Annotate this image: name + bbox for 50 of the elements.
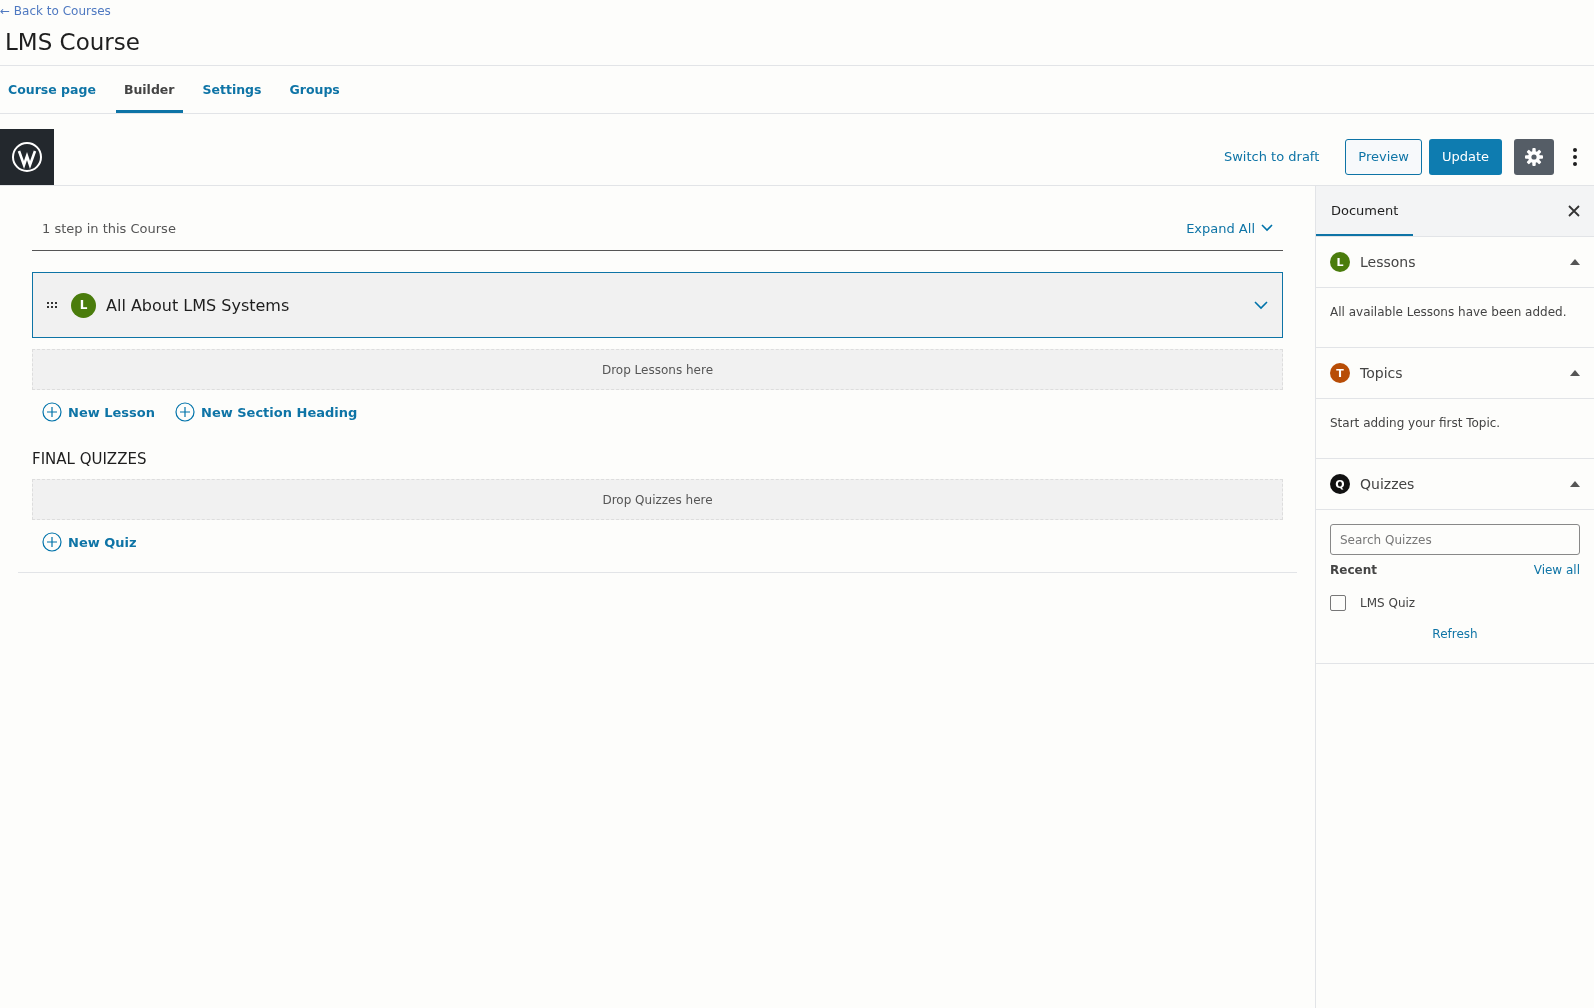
- lesson-card[interactable]: L All About LMS Systems: [32, 272, 1283, 338]
- section-heading: FINAL QUIZZES: [32, 450, 148, 468]
- gear-icon[interactable]: [1524, 146, 1544, 167]
- tab[interactable]: Groups: [281, 69, 348, 113]
- panel-badge: Q: [1330, 474, 1350, 494]
- add-link[interactable]: New Lesson: [42, 402, 155, 422]
- caret-icon[interactable]: [1570, 370, 1580, 376]
- back-link[interactable]: ← Back to Courses: [0, 4, 111, 18]
- plus-circle-icon[interactable]: [175, 402, 195, 422]
- view-all-link[interactable]: View all: [1533, 563, 1580, 577]
- search-field[interactable]: Search Quizzes: [1330, 524, 1580, 555]
- checkbox[interactable]: [1330, 595, 1346, 611]
- panel-title: Topics: [1360, 365, 1404, 381]
- panel-badge: L: [1330, 252, 1350, 272]
- step-count: 1 step in this Course: [42, 220, 177, 236]
- plus-circle-icon[interactable]: [42, 532, 62, 552]
- panel-message: All available Lessons have been added.: [1330, 305, 1567, 319]
- add-link[interactable]: New Section Heading: [175, 402, 358, 422]
- caret-icon[interactable]: [1570, 481, 1580, 487]
- expand-all-link[interactable]: Expand All: [1186, 220, 1273, 236]
- switch-to-draft-link[interactable]: Switch to draft: [1224, 149, 1320, 164]
- panel-header[interactable]: T Topics: [1316, 348, 1594, 399]
- panel-title: Quizzes: [1360, 476, 1416, 492]
- chevron-down-icon[interactable]: [1254, 300, 1268, 310]
- panel-message: Start adding your first Topic.: [1330, 416, 1501, 430]
- add-link[interactable]: New Quiz: [42, 532, 137, 552]
- update-button[interactable]: Update: [1428, 138, 1502, 175]
- panel-header[interactable]: L Lessons: [1316, 237, 1594, 288]
- panel-header[interactable]: Q Quizzes: [1316, 459, 1594, 510]
- close-icon[interactable]: [1568, 205, 1580, 217]
- drag-handle-icon[interactable]: [47, 302, 57, 308]
- lesson-badge: L: [71, 292, 96, 318]
- recent-label: Recent: [1330, 563, 1377, 577]
- wordpress-logo-icon[interactable]: [0, 128, 54, 185]
- settings-button[interactable]: [1514, 138, 1554, 175]
- preview-button[interactable]: Preview: [1345, 138, 1422, 175]
- tab[interactable]: Settings: [194, 69, 270, 113]
- tab[interactable]: Course page: [0, 69, 104, 113]
- tab[interactable]: Builder: [115, 69, 183, 113]
- chevron-down-icon[interactable]: [1261, 224, 1273, 232]
- panel-badge: T: [1330, 363, 1350, 383]
- lesson-title: All About LMS Systems: [106, 295, 291, 315]
- caret-icon[interactable]: [1570, 259, 1580, 265]
- plus-circle-icon[interactable]: [42, 402, 62, 422]
- page-title: LMS Course: [5, 29, 141, 55]
- drop-zone-text: Drop Lessons here: [601, 362, 714, 377]
- quiz-label: LMS Quiz: [1360, 596, 1416, 610]
- refresh-link[interactable]: Refresh: [1330, 627, 1580, 641]
- drop-zone-text: Drop Quizzes here: [602, 492, 713, 507]
- panel-title: Lessons: [1360, 254, 1417, 270]
